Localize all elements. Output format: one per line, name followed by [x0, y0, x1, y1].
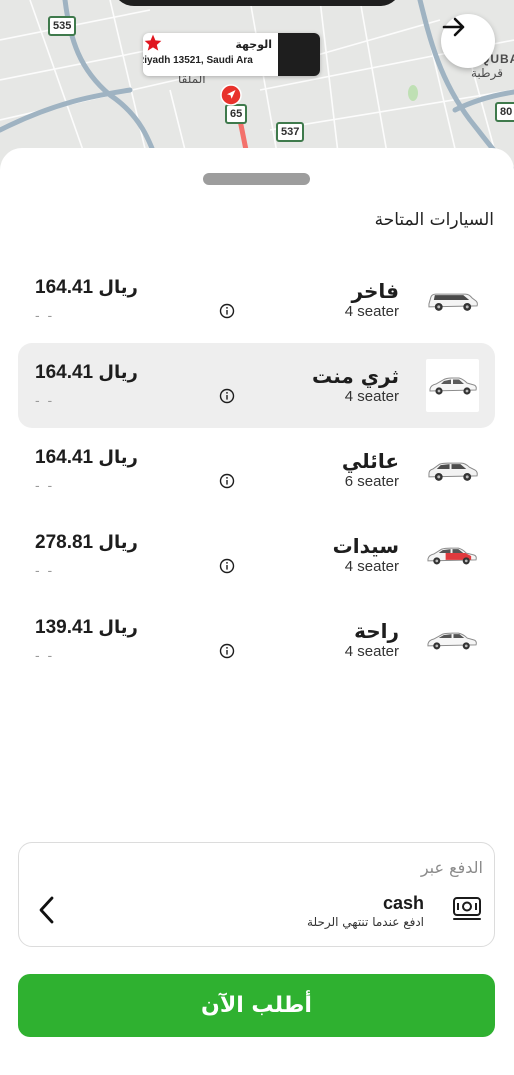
car-name: فاخر	[351, 279, 399, 303]
car-price: ريال 164.41	[35, 362, 138, 383]
car-eta: - -	[35, 392, 55, 408]
info-icon[interactable]	[219, 303, 235, 319]
payment-description: ادفع عندما تنتهي الرحلة	[307, 915, 424, 929]
info-icon[interactable]	[219, 558, 235, 574]
car-seats: 4 seater	[344, 643, 399, 660]
order-now-button[interactable]: أطلب الآن	[18, 974, 495, 1037]
car-price: ريال 278.81	[35, 532, 138, 553]
car-image	[426, 614, 479, 667]
car-name: ثري منت	[312, 364, 399, 388]
car-image	[426, 274, 479, 327]
car-option-ladies[interactable]: سيدات 4 seater ريال 278.81 - -	[18, 513, 495, 598]
car-eta: - -	[35, 647, 55, 663]
car-option-comfort[interactable]: راحة 4 seater ريال 139.41 - -	[18, 598, 495, 683]
section-title: السيارات المتاحة	[374, 210, 494, 230]
star-icon	[144, 33, 320, 76]
info-icon[interactable]	[219, 388, 235, 404]
info-icon[interactable]	[219, 643, 235, 659]
map-top-bar	[112, 0, 402, 6]
destination-address: Riyadh 13521, Saudi Ara	[143, 55, 253, 66]
map-roads	[0, 0, 514, 170]
car-price: ريال 139.41	[35, 617, 138, 638]
car-price: ريال 164.41	[35, 447, 138, 468]
arrow-right-icon	[442, 17, 465, 37]
car-name: عائلي	[341, 449, 399, 473]
destination-text: الوجهة Riyadh 13521, Saudi Ara	[143, 33, 278, 76]
highway-shield-535: 535	[48, 16, 77, 36]
car-eta: - -	[35, 477, 55, 493]
ride-options-sheet: السيارات المتاحة فاخر 4 seater ريال 164.…	[0, 148, 514, 1075]
drag-handle[interactable]	[203, 173, 310, 185]
forward-button[interactable]	[441, 14, 495, 68]
car-image	[426, 529, 479, 582]
car-seats: 4 seater	[344, 388, 399, 405]
chevron-left-icon[interactable]	[37, 895, 57, 925]
destination-callout[interactable]: الوجهة Riyadh 13521, Saudi Ara	[143, 33, 320, 76]
car-eta: - -	[35, 307, 55, 323]
car-option-fakher[interactable]: فاخر 4 seater ريال 164.41 - -	[18, 258, 495, 343]
car-option-three-mint[interactable]: ثري منت 4 seater ريال 164.41 - -	[18, 343, 495, 428]
car-options-list: فاخر 4 seater ريال 164.41 - - ثري منت 4 …	[18, 258, 495, 683]
car-price: ريال 164.41	[35, 277, 138, 298]
destination-title: الوجهة	[235, 38, 272, 51]
highway-shield-65: 65	[225, 104, 248, 124]
highway-shield-537: 537	[276, 122, 305, 142]
highway-shield-80: 80	[495, 102, 514, 122]
cash-icon	[451, 896, 483, 926]
car-name: راحة	[354, 619, 399, 643]
car-seats: 4 seater	[344, 303, 399, 320]
info-icon[interactable]	[219, 473, 235, 489]
payment-method: cash	[382, 893, 424, 913]
car-name: سيدات	[332, 534, 399, 558]
car-seats: 6 seater	[344, 473, 399, 490]
car-image	[426, 444, 479, 497]
payment-method-card[interactable]: الدفع عبر cash ادفع عندما تنتهي الرحلة	[18, 842, 495, 947]
payment-label: الدفع عبر	[420, 858, 483, 877]
car-option-family[interactable]: عائلي 6 seater ريال 164.41 - -	[18, 428, 495, 513]
car-eta: - -	[35, 562, 55, 578]
map-view[interactable]: 535 65 537 80 الملقا QUBA قرطبة الوجهة R…	[0, 0, 514, 170]
car-image	[426, 359, 479, 412]
map-label-qurtuba: قرطبة	[471, 66, 503, 80]
park-area	[408, 85, 418, 101]
car-seats: 4 seater	[344, 558, 399, 575]
